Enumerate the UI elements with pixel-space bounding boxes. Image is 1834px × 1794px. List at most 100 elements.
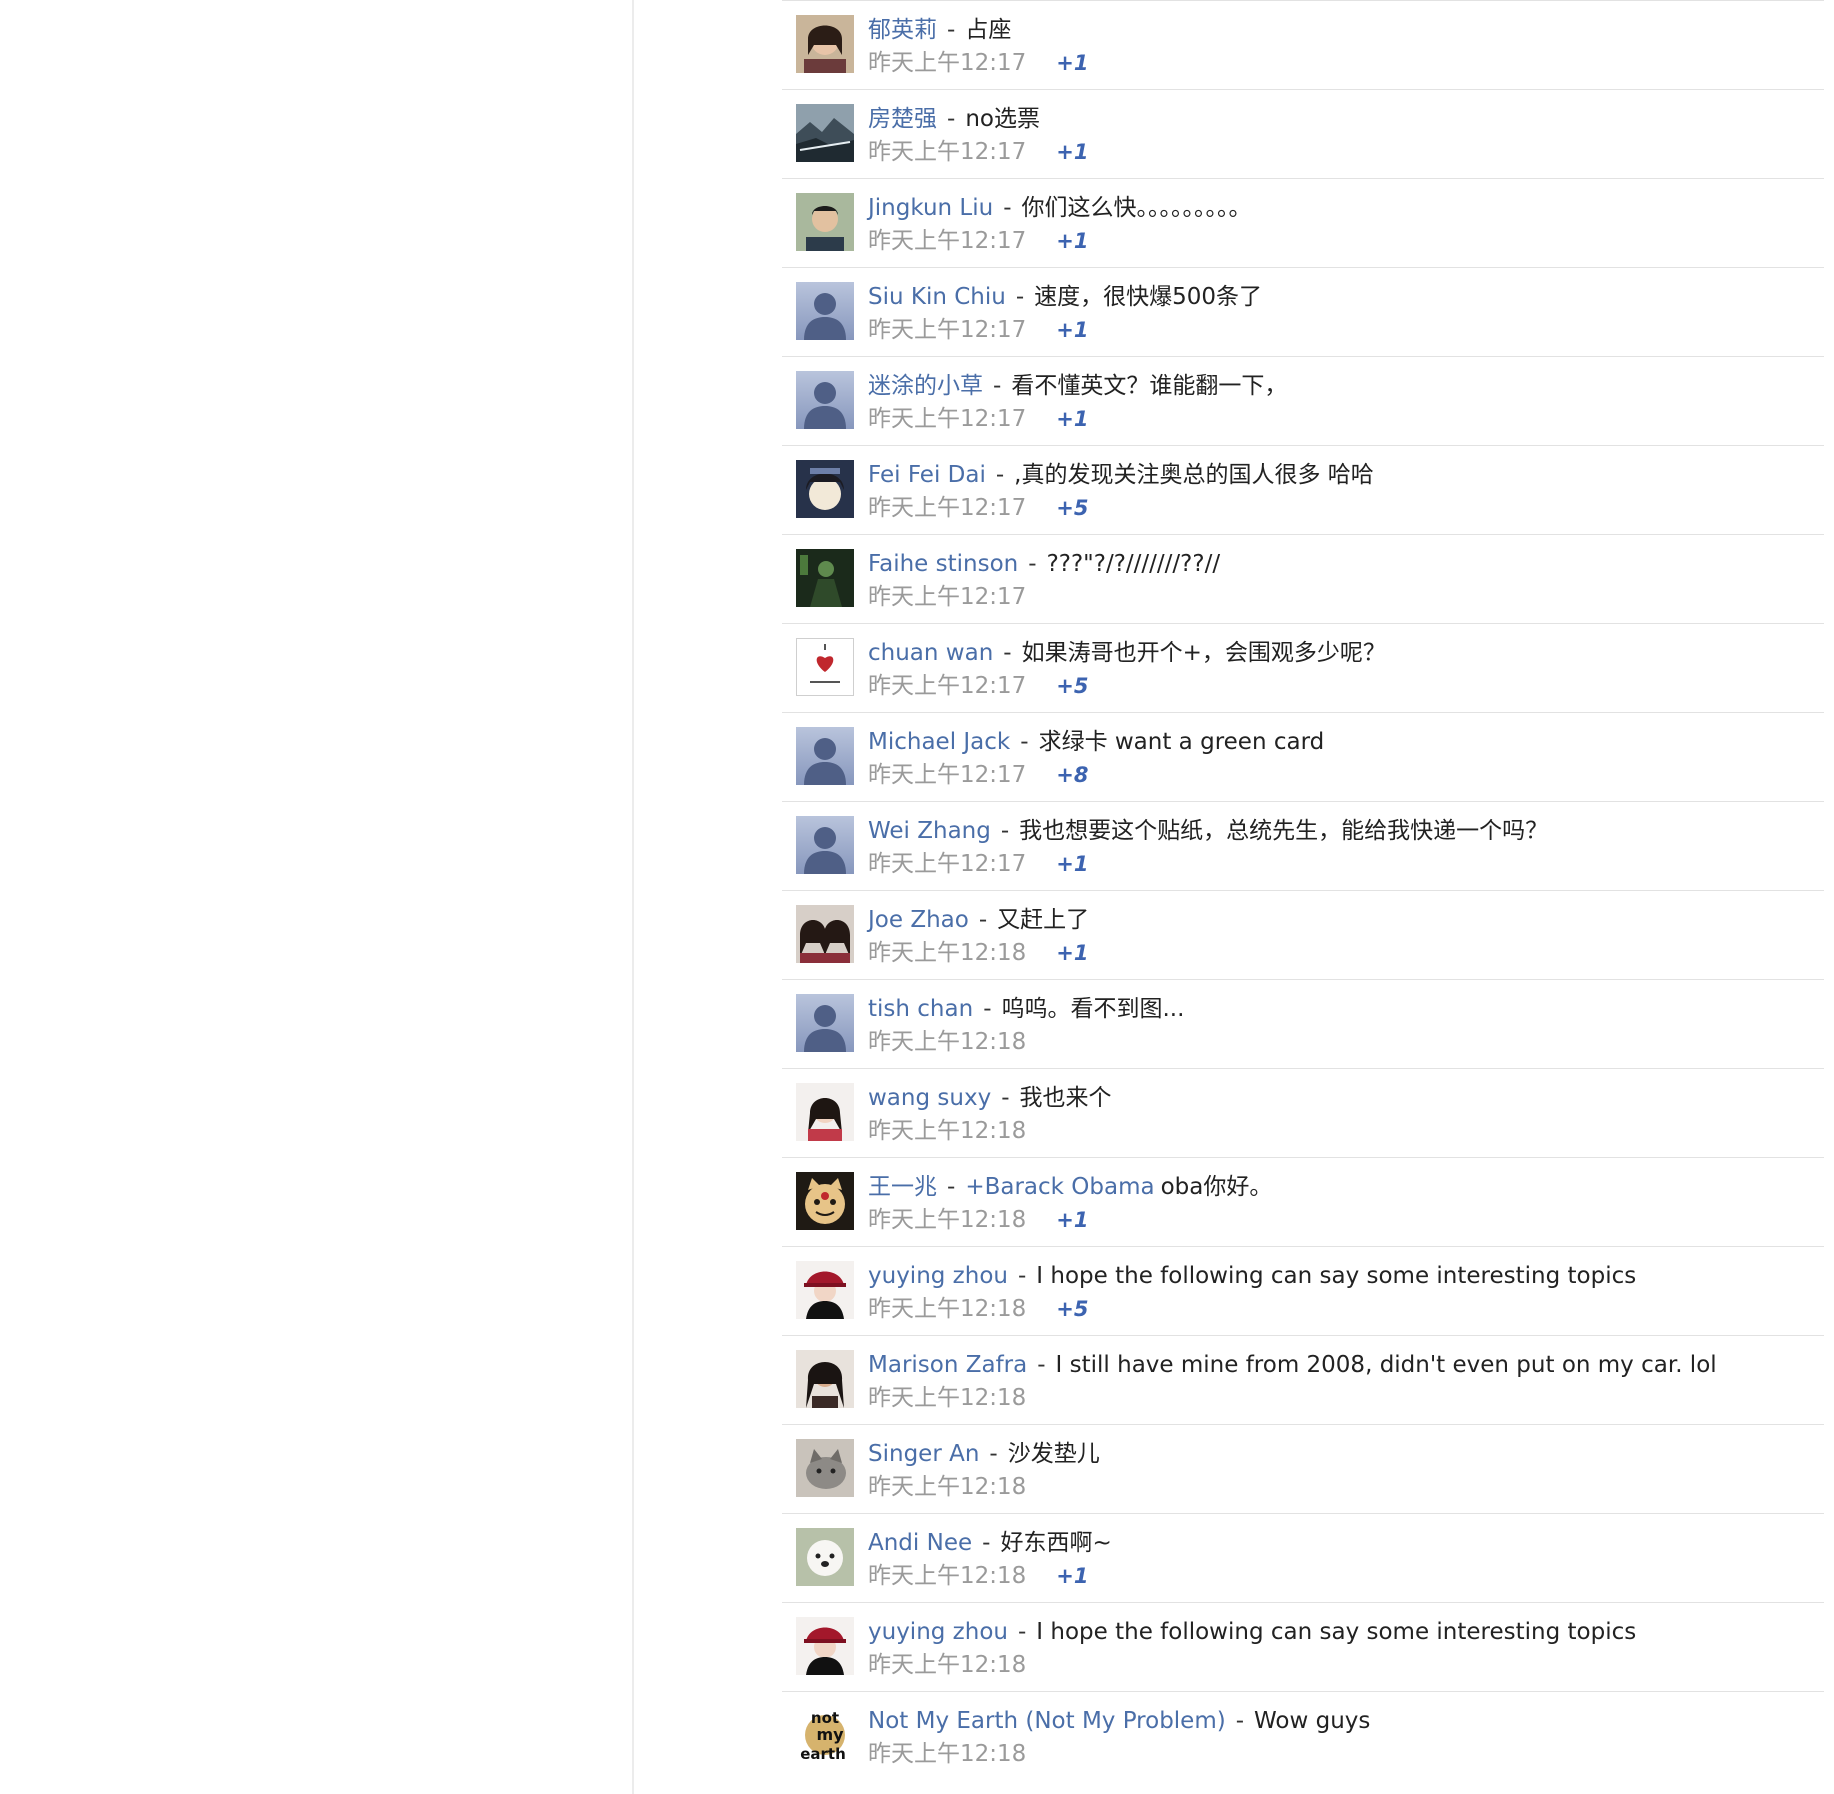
plus-one-count[interactable]: +1 — [1056, 407, 1088, 431]
avatar[interactable] — [796, 816, 854, 874]
author-link[interactable]: Fei Fei Dai — [868, 462, 986, 488]
comment-header: Singer An - 沙发垫儿 — [868, 1439, 1100, 1469]
timestamp[interactable]: 昨天上午12:18 — [868, 1207, 1026, 1233]
avatar[interactable] — [796, 549, 854, 607]
author-link[interactable]: chuan wan — [868, 640, 993, 666]
comment-meta: 昨天上午12:17 +1 — [868, 404, 1089, 434]
plus-one-count[interactable]: +5 — [1056, 1297, 1088, 1321]
timestamp[interactable]: 昨天上午12:17 — [868, 317, 1026, 343]
author-link[interactable]: Siu Kin Chiu — [868, 284, 1006, 310]
separator: - — [978, 907, 988, 933]
separator: - — [1020, 729, 1029, 755]
left-empty-pane — [0, 0, 634, 1794]
timestamp[interactable]: 昨天上午12:17 — [868, 228, 1026, 254]
author-link[interactable]: Marison Zafra — [868, 1352, 1027, 1378]
avatar[interactable] — [796, 638, 854, 696]
author-link[interactable]: 王一兆 — [868, 1174, 937, 1200]
avatar[interactable]: not my earth — [796, 1706, 854, 1764]
avatar[interactable] — [796, 282, 854, 340]
plus-one-count[interactable]: +1 — [1056, 51, 1088, 75]
avatar[interactable] — [796, 994, 854, 1052]
comment-header: Jingkun Liu - 你们这么快。。。。。。。。。 — [868, 193, 1252, 223]
avatar[interactable] — [796, 1528, 854, 1586]
avatar[interactable] — [796, 727, 854, 785]
separator: - — [1000, 818, 1010, 844]
avatar[interactable] — [796, 193, 854, 251]
avatar[interactable] — [796, 1350, 854, 1408]
timestamp[interactable]: 昨天上午12:17 — [868, 406, 1026, 432]
timestamp[interactable]: 昨天上午12:18 — [868, 1118, 1026, 1144]
plus-one-count[interactable]: +5 — [1056, 674, 1088, 698]
comment-meta: 昨天上午12:17 +1 — [868, 226, 1089, 256]
author-link[interactable]: yuying zhou — [868, 1619, 1008, 1645]
mention-link[interactable]: +Barack Obama — [965, 1174, 1154, 1200]
comment-header: yuying zhou - I hope the following can say… — [868, 1617, 1636, 1647]
author-link[interactable]: 郁英莉 — [868, 17, 937, 43]
timestamp[interactable]: 昨天上午12:17 — [868, 584, 1026, 610]
separator: - — [1003, 640, 1012, 666]
author-link[interactable]: wang suxy — [868, 1085, 991, 1111]
author-link[interactable]: yuying zhou — [868, 1263, 1008, 1289]
plus-one-count[interactable]: +1 — [1056, 140, 1088, 164]
author-link[interactable]: Not My Earth (Not My Problem) — [868, 1708, 1226, 1734]
plus-one-count[interactable]: +5 — [1056, 496, 1088, 520]
timestamp[interactable]: 昨天上午12:17 — [868, 851, 1026, 877]
comment-meta: 昨天上午12:17 — [868, 582, 1026, 612]
comment-meta: 昨天上午12:18 +5 — [868, 1294, 1089, 1324]
comment-header: 郁英莉 - 占座 — [868, 15, 1011, 45]
timestamp[interactable]: 昨天上午12:17 — [868, 762, 1026, 788]
plus-one-count[interactable]: +8 — [1056, 763, 1088, 787]
author-link[interactable]: Michael Jack — [868, 729, 1010, 755]
avatar[interactable] — [796, 1439, 854, 1497]
author-link[interactable]: Jingkun Liu — [868, 195, 993, 221]
avatar[interactable] — [796, 1083, 854, 1141]
plus-one-count[interactable]: +1 — [1056, 1564, 1088, 1588]
avatar[interactable] — [796, 1617, 854, 1675]
avatar[interactable] — [796, 1172, 854, 1230]
comment-item: Michael Jack - 求绿卡 want a green card 昨天上午12… — [782, 712, 1824, 801]
comment-item: yuying zhou - I hope the following can say… — [782, 1246, 1824, 1335]
avatar[interactable] — [796, 460, 854, 518]
avatar[interactable] — [796, 371, 854, 429]
timestamp[interactable]: 昨天上午12:18 — [868, 1385, 1026, 1411]
author-link[interactable]: Faihe stinson — [868, 551, 1018, 577]
timestamp[interactable]: 昨天上午12:18 — [868, 1563, 1026, 1589]
timestamp[interactable]: 昨天上午12:17 — [868, 495, 1026, 521]
author-link[interactable]: 房楚强 — [868, 106, 937, 132]
avatar[interactable] — [796, 104, 854, 162]
comment-text: I still have mine from 2008, didn't even… — [1055, 1352, 1717, 1378]
timestamp[interactable]: 昨天上午12:18 — [868, 1029, 1026, 1055]
timestamp[interactable]: 昨天上午12:17 — [868, 139, 1026, 165]
plus-one-count[interactable]: +1 — [1056, 229, 1088, 253]
comment-header: 房楚强 - no选票 — [868, 104, 1040, 134]
timestamp[interactable]: 昨天上午12:17 — [868, 673, 1026, 699]
plus-one-count[interactable]: +1 — [1056, 318, 1088, 342]
avatar[interactable] — [796, 1261, 854, 1319]
timestamp[interactable]: 昨天上午12:18 — [868, 1652, 1026, 1678]
comment-meta: 昨天上午12:18 — [868, 1116, 1026, 1146]
author-link[interactable]: tish chan — [868, 996, 973, 1022]
timestamp[interactable]: 昨天上午12:18 — [868, 1296, 1026, 1322]
comment-header: Marison Zafra - I still have mine from 200… — [868, 1350, 1717, 1380]
author-link[interactable]: Wei Zhang — [868, 818, 991, 844]
avatar[interactable] — [796, 905, 854, 963]
author-link[interactable]: Singer An — [868, 1441, 979, 1467]
comment-item: Wei Zhang - 我也想要这个贴纸，总统先生，能给我快递一个吗？ 昨天上午12:… — [782, 801, 1824, 890]
author-link[interactable]: Joe Zhao — [868, 907, 969, 933]
separator: - — [1003, 195, 1012, 221]
comment-meta: 昨天上午12:18 +1 — [868, 1561, 1089, 1591]
avatar[interactable] — [796, 15, 854, 73]
plus-one-count[interactable]: +1 — [1056, 1208, 1088, 1232]
timestamp[interactable]: 昨天上午12:18 — [868, 940, 1026, 966]
timestamp[interactable]: 昨天上午12:17 — [868, 50, 1026, 76]
timestamp[interactable]: 昨天上午12:18 — [868, 1741, 1026, 1767]
separator: - — [995, 462, 1005, 488]
plus-one-count[interactable]: +1 — [1056, 852, 1088, 876]
author-link[interactable]: Andi Nee — [868, 1530, 972, 1556]
comment-header: Siu Kin Chiu - 速度，很快爆500条了 — [868, 282, 1262, 312]
separator: - — [1001, 1085, 1010, 1111]
author-link[interactable]: 迷涂的小草 — [868, 373, 983, 399]
timestamp[interactable]: 昨天上午12:18 — [868, 1474, 1026, 1500]
plus-one-count[interactable]: +1 — [1056, 941, 1088, 965]
comment-meta: 昨天上午12:18 — [868, 1383, 1026, 1413]
